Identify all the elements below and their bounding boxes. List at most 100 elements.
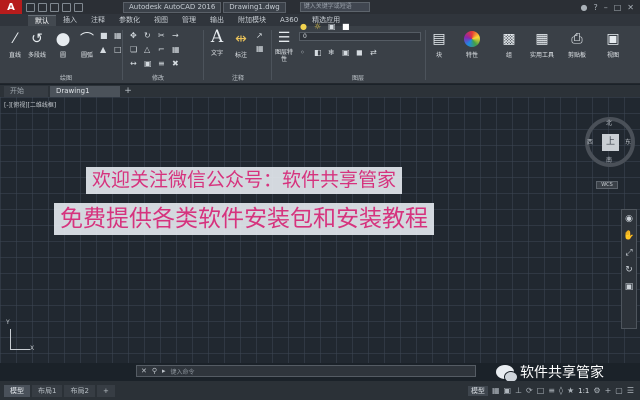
tab-default[interactable]: 默认 <box>28 15 56 26</box>
tab-drawing1[interactable]: Drawing1 <box>50 86 120 97</box>
tab-manage[interactable]: 管理 <box>175 15 203 26</box>
model-space-toggle[interactable]: 模型 <box>467 385 488 396</box>
compass-north[interactable]: 北 <box>606 118 612 127</box>
orbit-icon[interactable]: ↻ <box>625 265 633 275</box>
move-icon[interactable]: ✥ <box>130 31 139 40</box>
copy-icon[interactable]: ❏ <box>130 45 139 54</box>
group-tool[interactable]: ▩ 组 <box>500 30 518 59</box>
autocad-logo[interactable]: A <box>0 0 22 14</box>
zoom-extents-icon[interactable]: ⤢ <box>625 248 632 258</box>
tab-addins[interactable]: 附加模块 <box>231 15 273 26</box>
new-file-icon[interactable] <box>26 2 35 12</box>
compass-south[interactable]: 南 <box>606 155 612 164</box>
workspace-gear-icon[interactable]: ⚙ <box>593 386 600 395</box>
clipboard-tool[interactable]: ⎙ 剪贴板 <box>568 30 586 59</box>
undo-icon[interactable] <box>62 2 71 12</box>
annotation-visibility-icon[interactable]: ★ <box>567 386 574 395</box>
viewport-controls-label[interactable]: [-][俯视][二维线框] <box>4 100 56 109</box>
close-icon[interactable]: ✕ <box>627 3 634 12</box>
tab-insert[interactable]: 插入 <box>56 15 84 26</box>
sun-icon[interactable]: ☼ <box>314 22 323 31</box>
color-square-icon[interactable]: ■ <box>342 22 351 31</box>
viewcube[interactable]: 上 北 南 西 东 <box>585 117 635 167</box>
trim-icon[interactable]: ✂ <box>158 31 167 40</box>
tab-layout1[interactable]: 布局1 <box>32 384 63 397</box>
pan-hand-icon[interactable]: ✋ <box>623 231 634 241</box>
selection-cycling-icon[interactable]: ◊ <box>559 386 563 395</box>
annotation-panel-label[interactable]: 注释 <box>232 73 244 82</box>
add-tab-button[interactable]: + <box>122 86 134 97</box>
snap-icon[interactable]: ▣ <box>504 386 512 395</box>
modify-panel-label[interactable]: 修改 <box>152 73 164 82</box>
command-search-icon[interactable]: ⚲ <box>152 367 157 375</box>
scale-icon[interactable]: ▣ <box>144 59 153 68</box>
minimize-icon[interactable]: – <box>604 3 608 12</box>
fullscreen-icon[interactable]: ▢ <box>615 386 623 395</box>
command-input[interactable]: 键入命令 <box>171 367 195 376</box>
showmotion-icon[interactable]: ▣ <box>625 282 634 292</box>
tab-annotate[interactable]: 注释 <box>84 15 112 26</box>
layer-isolate-icon[interactable]: ◧ <box>314 48 323 57</box>
tab-parametric[interactable]: 参数化 <box>112 15 147 26</box>
annotation-scale[interactable]: 1:1 <box>578 387 589 395</box>
layer-lock-icon[interactable]: ▣ <box>342 48 351 57</box>
table-icon[interactable]: ▦ <box>256 44 265 53</box>
lock-icon[interactable]: ▣ <box>328 22 337 31</box>
layers-panel-label[interactable]: 图层 <box>352 73 364 82</box>
dimension-tool[interactable]: ⇹ 标注 <box>232 30 250 59</box>
add-layout-button[interactable]: + <box>96 384 115 397</box>
bulb-icon[interactable]: ● <box>300 22 309 31</box>
draw-panel-label[interactable]: 绘图 <box>60 73 72 82</box>
stretch-icon[interactable]: ↔ <box>130 59 139 68</box>
command-close-icon[interactable]: ✕ <box>141 367 147 375</box>
tab-layout2[interactable]: 布局2 <box>64 384 95 397</box>
utilities-tool[interactable]: ▦ 实用工具 <box>530 30 554 59</box>
tab-view[interactable]: 视图 <box>147 15 175 26</box>
fillet-icon[interactable]: ⌐ <box>158 45 167 54</box>
search-input[interactable]: 键入关键字或短语 <box>299 2 370 12</box>
rotate-icon[interactable]: ↻ <box>144 31 153 40</box>
compass-east[interactable]: 东 <box>625 137 631 146</box>
erase-icon[interactable]: ✖ <box>172 59 181 68</box>
viewcube-top-face[interactable]: 上 <box>602 134 619 151</box>
layer-dropdown[interactable]: 0 <box>299 32 421 41</box>
plus-icon[interactable]: + <box>605 386 612 395</box>
rectangle-icon[interactable]: ■ <box>100 31 109 40</box>
help-icon[interactable]: ? <box>593 3 597 12</box>
layer-properties-tool[interactable]: ☰ 图层特性 <box>274 29 294 63</box>
command-history-icon[interactable]: ▸ <box>162 367 166 375</box>
layer-match-icon[interactable]: ◼ <box>356 48 365 57</box>
user-icon[interactable]: ● <box>581 3 588 12</box>
line-tool[interactable]: ⁄ 直线 <box>6 30 24 59</box>
wcs-menu[interactable]: WCS <box>596 181 618 189</box>
extend-icon[interactable]: → <box>172 31 181 40</box>
tab-start[interactable]: 开始 <box>4 86 48 97</box>
polyline-tool[interactable]: ↺ 多段线 <box>28 30 46 59</box>
mirror-icon[interactable]: △ <box>144 45 153 54</box>
steering-wheel-icon[interactable]: ◉ <box>625 214 633 224</box>
properties-tool[interactable]: 特性 <box>463 30 481 59</box>
tab-model[interactable]: 模型 <box>4 384 30 397</box>
tab-output[interactable]: 输出 <box>203 15 231 26</box>
maximize-icon[interactable]: □ <box>614 3 622 12</box>
open-file-icon[interactable] <box>38 2 47 12</box>
circle-tool[interactable]: ● 圆 <box>54 29 72 59</box>
redo-icon[interactable] <box>74 2 83 12</box>
layer-off-icon[interactable]: ◦ <box>300 48 309 57</box>
layer-freeze-icon[interactable]: ❄ <box>328 48 337 57</box>
lineweight-icon[interactable]: ≡ <box>548 386 555 395</box>
drawing-canvas[interactable]: [-][俯视][二维线框] 欢迎关注微信公众号：软件共享管家 免费提供各类软件安… <box>0 97 640 363</box>
ortho-icon[interactable]: ⊥ <box>515 386 522 395</box>
command-line[interactable]: ✕ ⚲ ▸ 键入命令 <box>136 365 476 377</box>
array-icon[interactable]: ▦ <box>172 45 181 54</box>
offset-icon[interactable]: ≡ <box>158 59 167 68</box>
compass-west[interactable]: 西 <box>587 137 593 146</box>
leader-icon[interactable]: ↗ <box>256 31 265 40</box>
polar-icon[interactable]: ⟳ <box>526 386 533 395</box>
text-tool[interactable]: A 文字 <box>208 27 226 57</box>
gradient-icon[interactable]: ▲ <box>100 45 109 54</box>
block-tool[interactable]: ▤ 块 <box>430 30 448 59</box>
customize-menu-icon[interactable]: ☰ <box>627 386 634 395</box>
save-icon[interactable] <box>50 2 59 12</box>
grid-icon[interactable]: ▦ <box>492 386 500 395</box>
